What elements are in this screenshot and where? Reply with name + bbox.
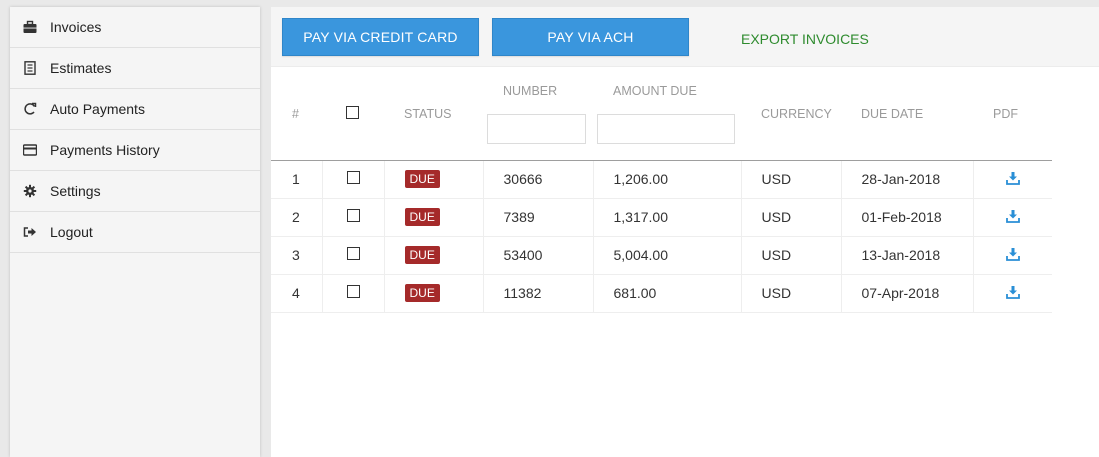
header-pdf: PDF xyxy=(973,68,1052,161)
row-currency: USD xyxy=(741,274,842,313)
header-currency[interactable]: CURRENCY xyxy=(741,68,841,161)
pay-via-ach-button[interactable]: PAY VIA ACH xyxy=(492,18,689,56)
sync-icon xyxy=(23,102,37,116)
row-amount: 5,004.00 xyxy=(593,236,742,275)
row-select-cell xyxy=(322,274,385,313)
pay-via-credit-card-button[interactable]: PAY VIA CREDIT CARD xyxy=(282,18,479,56)
row-number: 11382 xyxy=(483,274,594,313)
row-due-date: 13-Jan-2018 xyxy=(841,236,974,275)
row-status-cell: DUE xyxy=(384,160,484,199)
select-all-checkbox[interactable] xyxy=(346,105,359,119)
row-pdf-cell xyxy=(973,198,1052,237)
table-row: 2 DUE 7389 1,317.00 USD 01-Feb-2018 xyxy=(271,198,1052,237)
header-select-all xyxy=(322,68,384,161)
amount-due-filter-input[interactable] xyxy=(597,114,735,144)
table-row: 4 DUE 11382 681.00 USD 07-Apr-2018 xyxy=(271,274,1052,313)
header-number-label[interactable]: NUMBER xyxy=(503,84,593,98)
briefcase-icon xyxy=(23,20,37,34)
row-index: 3 xyxy=(271,236,323,275)
sidebar-item-label: Settings xyxy=(50,183,101,199)
main-panel: PAY VIA CREDIT CARD PAY VIA ACH EXPORT I… xyxy=(271,7,1099,457)
row-status-cell: DUE xyxy=(384,198,484,237)
row-checkbox[interactable] xyxy=(346,209,360,222)
download-icon[interactable] xyxy=(1005,209,1020,223)
status-badge: DUE xyxy=(404,170,440,188)
row-due-date: 01-Feb-2018 xyxy=(841,198,974,237)
row-amount: 1,317.00 xyxy=(593,198,742,237)
row-index: 2 xyxy=(271,198,323,237)
row-select-cell xyxy=(322,236,385,275)
header-amount-due-label[interactable]: AMOUNT DUE xyxy=(613,84,741,98)
header-number: NUMBER xyxy=(483,68,593,161)
row-index: 1 xyxy=(271,160,323,199)
download-icon[interactable] xyxy=(1005,285,1020,299)
row-checkbox[interactable] xyxy=(346,285,360,298)
table-header-row: # STATUS NUMBER AMOUNT DUE CURRENCY DUE … xyxy=(271,68,1052,161)
row-currency: USD xyxy=(741,198,842,237)
sidebar: Invoices Estimates Auto Payments Payment… xyxy=(10,7,260,457)
number-filter-input[interactable] xyxy=(487,114,586,144)
row-number: 7389 xyxy=(483,198,594,237)
export-invoices-link[interactable]: EXPORT INVOICES xyxy=(741,31,869,47)
header-amount-due: AMOUNT DUE xyxy=(593,68,741,161)
header-due-date[interactable]: DUE DATE xyxy=(841,68,973,161)
row-amount: 1,206.00 xyxy=(593,160,742,199)
download-icon[interactable] xyxy=(1005,247,1020,261)
row-due-date: 28-Jan-2018 xyxy=(841,160,974,199)
row-pdf-cell xyxy=(973,274,1052,313)
table-row: 1 DUE 30666 1,206.00 USD 28-Jan-2018 xyxy=(271,160,1052,199)
row-status-cell: DUE xyxy=(384,236,484,275)
header-status[interactable]: STATUS xyxy=(384,68,483,161)
gear-icon xyxy=(23,184,37,198)
sidebar-item-label: Auto Payments xyxy=(50,101,145,117)
header-index: # xyxy=(271,68,322,161)
credit-card-icon xyxy=(23,143,37,157)
row-select-cell xyxy=(322,198,385,237)
row-number: 30666 xyxy=(483,160,594,199)
row-select-cell xyxy=(322,160,385,199)
sidebar-item-label: Estimates xyxy=(50,60,112,76)
sidebar-item-label: Logout xyxy=(50,224,93,240)
row-index: 4 xyxy=(271,274,323,313)
row-pdf-cell xyxy=(973,236,1052,275)
invoices-table: # STATUS NUMBER AMOUNT DUE CURRENCY DUE … xyxy=(271,68,1052,313)
document-icon xyxy=(23,61,37,75)
sidebar-item-estimates[interactable]: Estimates xyxy=(10,48,260,89)
sidebar-item-label: Payments History xyxy=(50,142,160,158)
logout-icon xyxy=(23,225,37,239)
row-pdf-cell xyxy=(973,160,1052,199)
sidebar-item-payments-history[interactable]: Payments History xyxy=(10,130,260,171)
sidebar-item-label: Invoices xyxy=(50,19,102,35)
row-checkbox[interactable] xyxy=(346,247,360,260)
sidebar-item-settings[interactable]: Settings xyxy=(10,171,260,212)
row-currency: USD xyxy=(741,160,842,199)
row-checkbox[interactable] xyxy=(346,171,360,184)
status-badge: DUE xyxy=(404,246,440,264)
row-due-date: 07-Apr-2018 xyxy=(841,274,974,313)
sidebar-item-auto-payments[interactable]: Auto Payments xyxy=(10,89,260,130)
status-badge: DUE xyxy=(404,208,440,226)
table-row: 3 DUE 53400 5,004.00 USD 13-Jan-2018 xyxy=(271,236,1052,275)
status-badge: DUE xyxy=(404,284,440,302)
sidebar-item-invoices[interactable]: Invoices xyxy=(10,7,260,48)
row-currency: USD xyxy=(741,236,842,275)
row-amount: 681.00 xyxy=(593,274,742,313)
sidebar-item-logout[interactable]: Logout xyxy=(10,212,260,253)
download-icon[interactable] xyxy=(1005,171,1020,185)
row-status-cell: DUE xyxy=(384,274,484,313)
row-number: 53400 xyxy=(483,236,594,275)
toolbar: PAY VIA CREDIT CARD PAY VIA ACH EXPORT I… xyxy=(271,7,1099,67)
